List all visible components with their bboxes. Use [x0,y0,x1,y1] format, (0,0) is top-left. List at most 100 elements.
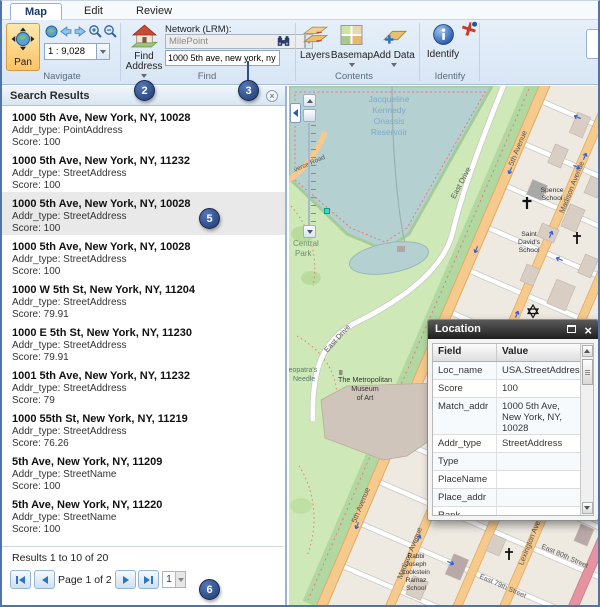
add-data-button[interactable]: Add Data [373,24,415,67]
search-result-item[interactable]: 1000 5th Ave, New York, NY, 10028 Addr_t… [2,192,285,235]
zoom-out-icon[interactable] [103,24,118,39]
attribute-field: Loc_name [433,362,497,379]
attribute-rows: Field Value Loc_name USA.StreetAddress S… [433,344,580,515]
search-result-item[interactable]: 1000 55th St, New York, NY, 11219 Addr_t… [2,407,285,450]
result-score: Score: 100 [12,137,275,149]
scrollbar-thumb[interactable] [582,359,593,385]
panel-collapse-button[interactable] [290,103,301,123]
attribute-field: Type [433,453,497,470]
pan-globe-icon [11,27,35,56]
group-separator [479,23,480,81]
zoom-in-icon[interactable] [88,24,103,39]
search-result-item[interactable]: 1000 5th Ave, New York, NY, 10028 Addr_t… [2,235,285,278]
map-label-reservoir: Onassis [374,116,405,126]
add-data-label: Add Data [373,51,415,61]
search-result-item[interactable]: 1000 5th Ave, New York, NY, 11232 Addr_t… [2,149,285,192]
search-results-list: 1000 5th Ave, New York, NY, 10028 Addr_t… [2,106,285,546]
zoom-slider [303,94,317,238]
attribute-row: Place_addr [433,489,580,507]
previous-page-button[interactable] [34,570,55,589]
page-select[interactable]: 1 [162,571,186,588]
map-label-spence-school: Spence [540,187,563,194]
pan-button[interactable]: Pan [6,23,40,71]
result-addr-type: Addr_type: StreetName [12,512,275,524]
map-label-rabbi-school: Joseph [406,561,427,568]
attribute-table-header: Field Value [433,344,580,362]
result-title: 1001 5th Ave, New York, NY, 11232 [12,370,275,383]
zoom-slider-up-button[interactable] [303,94,316,107]
result-addr-type: Addr_type: StreetAddress [12,297,275,309]
basemap-button[interactable]: Basemap [332,24,372,67]
next-page-button[interactable] [115,570,136,589]
search-result-item[interactable]: 1001 5th Ave, New York, NY, 11232 Addr_t… [2,364,285,407]
callout-badge-6: 6 [199,579,220,600]
result-score: Score: 100 [12,180,275,192]
map-label-central-park: Park [295,249,312,258]
tab-edit[interactable]: Edit [70,3,117,20]
scale-dropdown-button[interactable] [96,43,110,60]
close-icon[interactable]: × [584,321,592,340]
map-label-saint-davids: School [519,247,540,254]
full-extent-globe-icon[interactable] [44,24,59,39]
zoom-slider-thumb[interactable] [303,109,316,122]
result-addr-type: Addr_type: StreetAddress [12,426,275,438]
attribute-value: 1000 5th Ave, New York, NY, 10028 [497,398,580,434]
map-label-spence-school: School [542,195,563,202]
map-viewport[interactable]: Jacqueline Kennedy Onassis Reservoir Cen… [289,86,598,605]
result-title: 1000 55th St, New York, NY, 11219 [12,413,275,426]
maximize-icon[interactable] [567,325,576,333]
zoom-slider-down-button[interactable] [303,225,316,238]
next-extent-arrow-icon[interactable] [73,24,88,39]
search-result-item[interactable]: 1000 W 5th St, New York, NY, 11204 Addr_… [2,278,285,321]
map-label-rabbi-school: School [406,585,426,592]
attribute-value [497,489,580,506]
location-popup: Location × Field Value Loc_name USA.Stre… [427,319,598,521]
chevron-left-icon [293,109,298,117]
identify-label: Identify [427,50,459,60]
first-page-button[interactable] [10,570,31,589]
tab-map[interactable]: Map [10,3,62,20]
last-page-button[interactable] [138,570,159,589]
page-select-dropdown[interactable] [175,572,185,587]
layers-button[interactable]: Layers [298,24,332,61]
chevron-up-icon [584,349,590,353]
search-result-item[interactable]: 5th Ave, New York, NY, 11220 Addr_type: … [2,493,285,536]
attribute-row: Loc_name USA.StreetAddress [433,362,580,380]
scale-input[interactable] [44,43,96,60]
previous-extent-arrow-icon[interactable] [58,24,73,39]
result-location-marker[interactable] [324,208,330,214]
panel-close-icon[interactable]: × [266,90,278,102]
scale-combobox [44,43,110,60]
identify-tool-icon[interactable] [461,20,479,38]
tab-review[interactable]: Review [122,3,186,20]
identify-button[interactable]: Identify [425,23,461,60]
clipped-toolbar-button[interactable] [586,29,600,59]
ribbon-tabbar: Map Edit Review [2,1,598,20]
chevron-down-icon [100,50,106,54]
popup-scrollbar[interactable] [580,344,593,515]
attribute-field: PlaceName [433,471,497,488]
result-score: Score: 100 [12,524,275,536]
result-title: 5th Ave, New York, NY, 11220 [12,499,275,512]
zoom-slider-track[interactable] [303,123,317,225]
find-address-label: Find Address [124,52,164,72]
result-addr-type: Addr_type: PointAddress [12,125,275,137]
scroll-up-button[interactable] [582,345,593,357]
find-address-button[interactable]: Find Address [124,23,164,78]
scroll-down-button[interactable] [582,502,593,514]
attribute-value: USA.StreetAddress [497,362,580,379]
pan-label: Pan [14,57,32,68]
map-label-saint-davids: Saint [521,231,537,238]
map-label-met-museum: Museum [351,384,379,393]
search-results-title: Search Results [10,90,89,102]
previous-page-icon [42,576,48,584]
search-result-item[interactable]: 1000 5th Ave, New York, NY, 10028 Addr_t… [2,106,285,149]
search-result-item[interactable]: 1000 E 5th St, New York, NY, 11230 Addr_… [2,321,285,364]
search-result-item[interactable]: 5th Ave, New York, NY, 11209 Addr_type: … [2,450,285,493]
map-label-rabbi-school: Ramaz [406,577,427,584]
chevron-down-icon [178,578,184,582]
app-window: Map Edit Review Pan [0,0,600,607]
locate-binoculars-icon[interactable] [276,33,291,48]
attribute-field: Addr_type [433,435,497,452]
address-search-input[interactable] [165,50,280,66]
